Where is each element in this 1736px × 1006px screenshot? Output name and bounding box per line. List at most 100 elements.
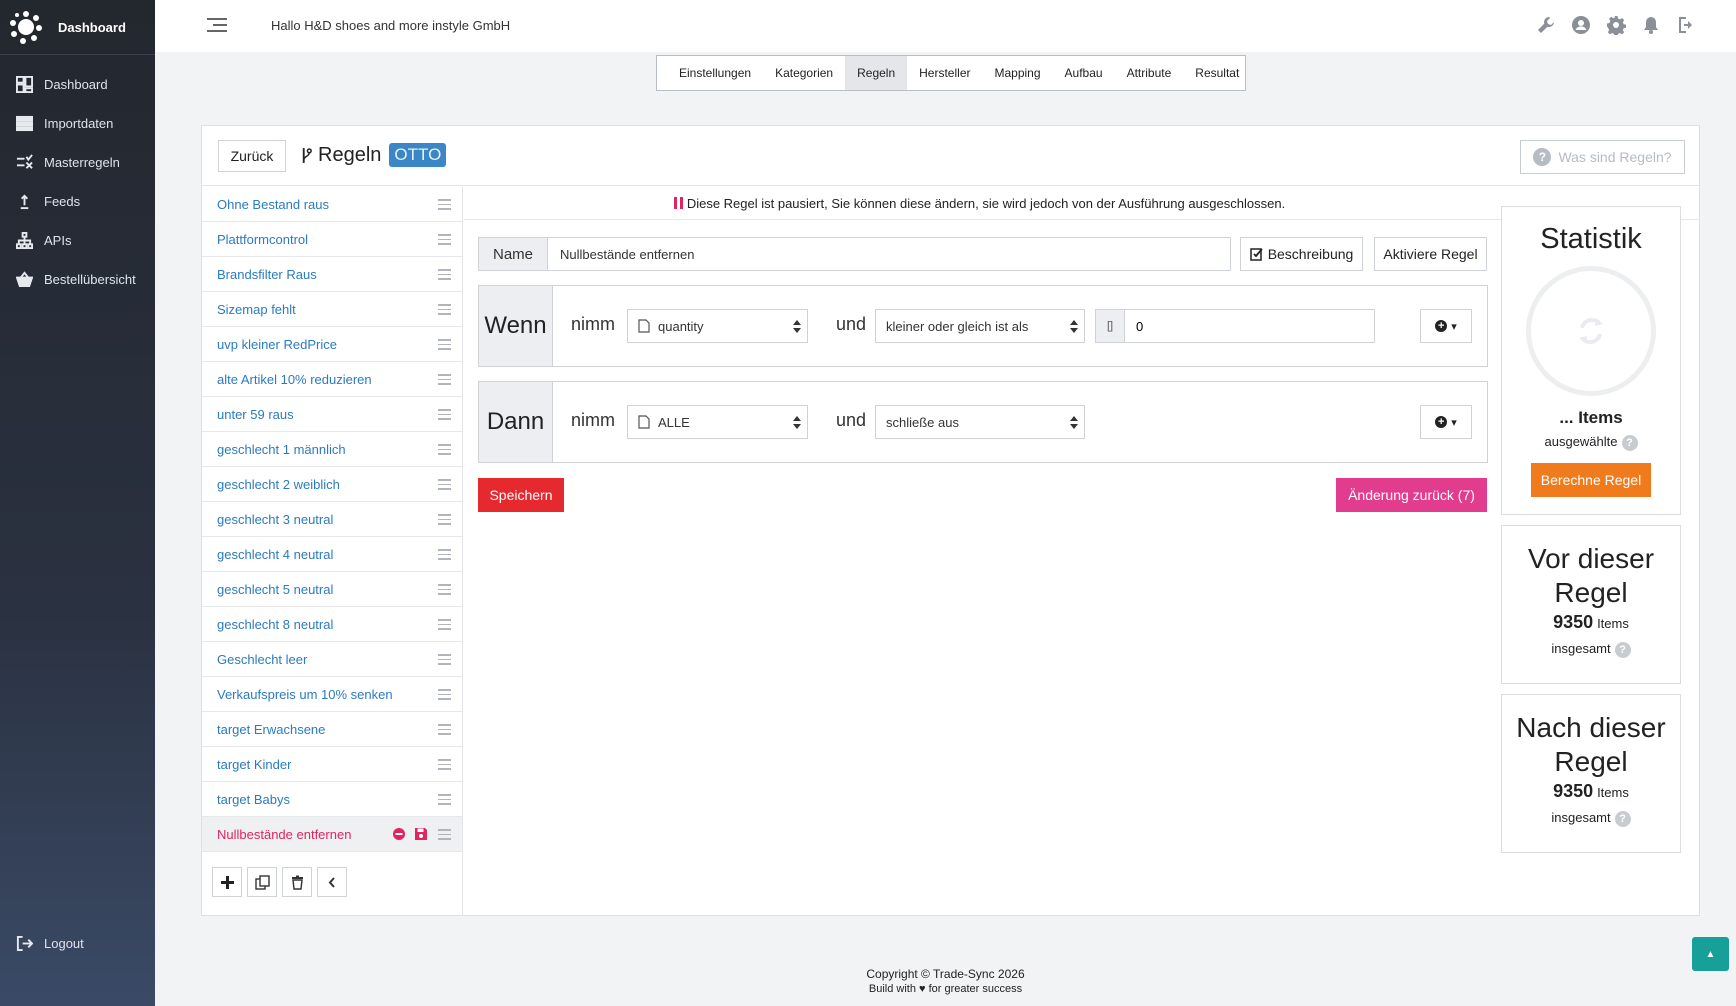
rule-name-input[interactable] <box>548 237 1231 271</box>
upload-icon <box>20 194 29 210</box>
bell-icon[interactable] <box>1641 15 1661 35</box>
rule-label: target Kinder <box>217 756 292 772</box>
step-aufbau[interactable]: Aufbau <box>1053 56 1115 90</box>
drag-handle-icon[interactable] <box>438 339 451 353</box>
drag-handle-icon[interactable] <box>438 304 451 318</box>
list-item[interactable]: geschlecht 8 neutral <box>202 607 462 642</box>
user-icon[interactable] <box>1571 15 1591 35</box>
logout-button[interactable]: Logout <box>0 924 155 963</box>
collapse-list-button[interactable] <box>317 867 347 897</box>
sidebar-item-label: Feeds <box>44 194 81 209</box>
help-icon[interactable]: ? <box>1614 641 1631 658</box>
list-item[interactable]: uvp kleiner RedPrice <box>202 327 462 362</box>
drag-handle-icon[interactable] <box>438 374 451 388</box>
drag-handle-icon[interactable] <box>438 514 451 528</box>
list-item[interactable]: Verkaufspreis um 10% senken <box>202 677 462 712</box>
save-rule-icon[interactable] <box>414 827 428 841</box>
drag-handle-icon[interactable] <box>438 794 451 808</box>
help-button[interactable]: ? Was sind Regeln? <box>1520 140 1685 174</box>
drag-handle-icon[interactable] <box>438 234 451 248</box>
if-operator-select[interactable]: kleiner oder gleich ist als <box>875 309 1085 343</box>
add-rule-button[interactable] <box>212 867 242 897</box>
rule-label: Brandsfilter Raus <box>217 266 317 282</box>
step-hersteller[interactable]: Hersteller <box>907 56 982 90</box>
drag-handle-icon[interactable] <box>438 689 451 703</box>
wrench-icon[interactable] <box>1536 15 1556 35</box>
step-resultat[interactable]: Resultat <box>1183 56 1251 90</box>
drag-handle-icon[interactable] <box>438 199 451 213</box>
then-action-select[interactable]: schließe aus <box>875 405 1085 439</box>
if-add-condition-button[interactable]: + ▾ <box>1420 309 1472 343</box>
gear-icon[interactable] <box>1606 15 1626 35</box>
sidebar-item-masterregeln[interactable]: Masterregeln <box>0 143 155 182</box>
list-item[interactable]: unter 59 raus <box>202 397 462 432</box>
sidebar-item-bestelluebersicht[interactable]: Bestellübersicht <box>0 260 155 299</box>
step-einstellungen[interactable]: Einstellungen <box>667 56 763 90</box>
list-item[interactable]: Sizemap fehlt <box>202 292 462 327</box>
list-item[interactable]: geschlecht 1 männlich <box>202 432 462 467</box>
list-item[interactable]: Geschlecht leer <box>202 642 462 677</box>
help-icon[interactable]: ? <box>1614 810 1631 827</box>
list-item[interactable]: geschlecht 5 neutral <box>202 572 462 607</box>
then-field-select[interactable]: ALLE <box>627 405 808 439</box>
drag-handle-icon[interactable] <box>438 584 451 598</box>
activate-rule-button[interactable]: Aktiviere Regel <box>1374 237 1487 271</box>
build-post: for greater success <box>928 983 1023 995</box>
if-field-select[interactable]: quantity <box>627 309 808 343</box>
sidebar-item-label: APIs <box>44 233 72 248</box>
topbar: Hallo H&D shoes and more instyle GmbH <box>155 0 1736 52</box>
list-item[interactable]: target Kinder <box>202 747 462 782</box>
pause-rule-icon[interactable] <box>392 827 406 841</box>
list-item[interactable]: Brandsfilter Raus <box>202 257 462 292</box>
scroll-to-top-button[interactable]: ▲ <box>1692 937 1729 971</box>
step-attribute[interactable]: Attribute <box>1115 56 1184 90</box>
drag-handle-icon[interactable] <box>438 724 451 738</box>
list-item[interactable]: target Erwachsene <box>202 712 462 747</box>
description-button[interactable]: Beschreibung <box>1240 237 1363 271</box>
if-value-input[interactable] <box>1125 309 1375 343</box>
sidebar-item-importdaten[interactable]: Importdaten <box>0 104 155 143</box>
copy-rule-button[interactable] <box>247 867 277 897</box>
list-item[interactable]: target Babys <box>202 782 462 817</box>
save-button[interactable]: Speichern <box>478 478 564 512</box>
rule-label: target Babys <box>217 791 290 807</box>
calculate-rule-button[interactable]: Berechne Regel <box>1531 462 1651 497</box>
drag-handle-icon[interactable] <box>438 619 451 633</box>
if-and-label: und <box>836 314 867 334</box>
drag-handle-icon[interactable] <box>438 759 451 773</box>
drag-handle-icon[interactable] <box>438 444 451 458</box>
then-add-action-button[interactable]: + ▾ <box>1420 405 1472 439</box>
drag-handle-icon[interactable] <box>438 829 451 843</box>
drag-handle-icon[interactable] <box>438 654 451 668</box>
list-item[interactable]: alte Artikel 10% reduzieren <box>202 362 462 397</box>
total-label: insgesamt <box>1551 810 1611 825</box>
sidebar-item-apis[interactable]: APIs <box>0 221 155 260</box>
signout-icon[interactable] <box>1676 15 1696 35</box>
drag-handle-icon[interactable] <box>438 409 451 423</box>
list-item[interactable]: Plattformcontrol <box>202 222 462 257</box>
field-toggle-icon[interactable]: [] <box>1095 309 1125 343</box>
list-item[interactable]: geschlecht 3 neutral <box>202 502 462 537</box>
drag-handle-icon[interactable] <box>438 479 451 493</box>
stats-items-label: ... Items <box>1559 408 1623 427</box>
brand[interactable]: Dashboard <box>0 0 155 55</box>
step-kategorien[interactable]: Kategorien <box>763 56 845 90</box>
sidebar-item-feeds[interactable]: Feeds <box>0 182 155 221</box>
menu-toggle-icon[interactable] <box>207 18 227 32</box>
list-item-active-rule[interactable]: Nullbestände entfernen <box>202 817 462 852</box>
back-button[interactable]: Zurück <box>218 140 286 172</box>
list-item[interactable]: geschlecht 4 neutral <box>202 537 462 572</box>
chevron-left-icon <box>328 876 335 888</box>
footer: Copyright © Trade-Sync 2026 Build with ♥… <box>155 967 1736 995</box>
step-mapping[interactable]: Mapping <box>983 56 1053 90</box>
rule-label: geschlecht 8 neutral <box>217 616 334 632</box>
list-item[interactable]: Ohne Bestand raus <box>202 187 462 222</box>
step-regeln[interactable]: Regeln <box>845 56 908 90</box>
sidebar-item-dashboard[interactable]: Dashboard <box>0 65 155 104</box>
help-icon[interactable]: ? <box>1621 434 1638 451</box>
undo-changes-button[interactable]: Änderung zurück (7) <box>1336 478 1487 512</box>
drag-handle-icon[interactable] <box>438 549 451 563</box>
delete-rule-button[interactable] <box>282 867 312 897</box>
list-item[interactable]: geschlecht 2 weiblich <box>202 467 462 502</box>
drag-handle-icon[interactable] <box>438 269 451 283</box>
